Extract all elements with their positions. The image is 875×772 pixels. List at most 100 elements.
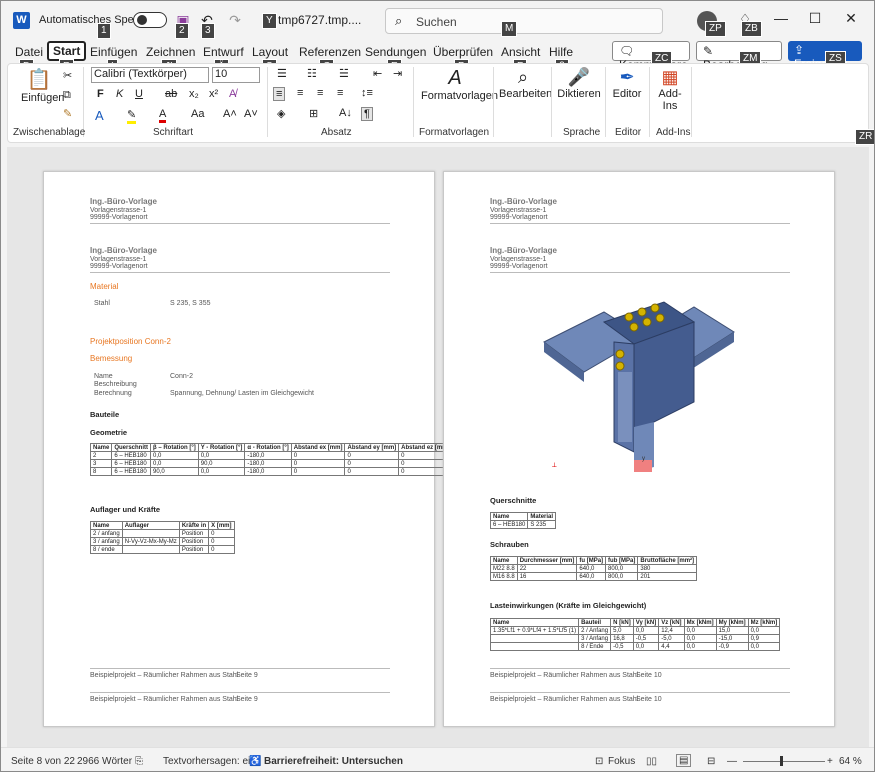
table-cell: M16 8.8 — [490, 572, 518, 581]
zoom-in-icon[interactable]: + — [827, 756, 833, 767]
heading-material: Material — [90, 282, 119, 291]
tab-ansicht[interactable]: Ansicht — [501, 45, 540, 59]
align-left-icon[interactable]: ≡ — [273, 87, 286, 101]
shading-icon[interactable]: ◈ — [277, 107, 285, 120]
web-layout-icon[interactable]: ⊟ — [707, 756, 715, 767]
zoom-out-icon[interactable]: — — [727, 756, 737, 767]
accessibility-status[interactable]: Barrierefreiheit: Untersuchen — [264, 756, 403, 767]
table-cell: 0,0 — [683, 634, 717, 643]
autosave-toggle[interactable] — [133, 12, 167, 28]
editing-button[interactable]: ⌕ Bearbeiten — [499, 67, 552, 100]
decrease-indent-icon[interactable]: ⇤ — [373, 67, 382, 80]
zoom-level[interactable]: 64 % — [839, 756, 862, 767]
keytip-search: M — [501, 21, 518, 37]
table-cell: M22 8.8 — [490, 564, 518, 573]
show-marks-icon[interactable]: ¶ — [361, 107, 373, 121]
align-center-icon[interactable]: ≡ — [297, 87, 303, 99]
text-predictions[interactable]: Textvorhersagen: ein — [163, 756, 256, 767]
font-color-icon[interactable]: A — [159, 108, 167, 123]
tab-hilfe[interactable]: Hilfe — [549, 45, 573, 59]
minimize-icon[interactable]: — — [771, 10, 791, 26]
font-name-combo[interactable]: Calibri (Textkörper) — [91, 67, 209, 83]
font-size-value: 10 — [215, 68, 228, 80]
heading-lasten: Lasteinwirkungen (Kräfte im Gleichgewich… — [490, 601, 647, 610]
share-icon: ⇪ — [794, 43, 805, 57]
tab-zeichnen[interactable]: Zeichnen — [146, 45, 195, 59]
page-right[interactable]: Ing.-Büro-Vorlage Vorlagenstrasse-1 9999… — [443, 171, 835, 727]
superscript-icon[interactable]: x² — [209, 88, 218, 100]
redo-icon[interactable]: ↷ — [227, 12, 243, 29]
table-cell: 0,0 — [683, 626, 717, 635]
zoom-slider[interactable] — [743, 761, 825, 762]
name-label: Name — [94, 373, 113, 380]
search-box[interactable]: ⌕ Suchen — [385, 8, 663, 34]
tab-start[interactable]: Start — [47, 41, 87, 61]
table-cell: 90,0 — [150, 467, 199, 476]
align-right-icon[interactable]: ≡ — [317, 87, 323, 99]
font-size-combo[interactable]: 10 — [212, 67, 260, 83]
footer-page-p2b: Seite 10 — [636, 696, 662, 703]
tab-ueberpruefen[interactable]: Überprüfen — [433, 45, 493, 59]
paste-button[interactable]: 📋 Einfügen — [21, 67, 64, 115]
word-count[interactable]: 2966 Wörter — [77, 756, 132, 767]
table-cell: 3 / anfang — [90, 537, 123, 546]
header-company-p2b: Ing.-Büro-Vorlage — [490, 246, 557, 255]
borders-icon[interactable]: ⊞ — [309, 107, 318, 120]
multilevel-list-icon[interactable]: ☱ — [339, 67, 349, 80]
page-left[interactable]: Ing.-Büro-Vorlage Vorlagenstrasse-1 9999… — [43, 171, 453, 727]
document-filename[interactable]: tmp6727.tmp.... — [278, 13, 361, 27]
cross-sections-table: Name Material 6 – HEB180 S 235 — [489, 512, 557, 529]
tab-entwurf[interactable]: Entwurf — [203, 45, 244, 59]
tab-datei[interactable]: Datei — [15, 45, 43, 59]
table-cell: -180,0 — [244, 467, 292, 476]
focus-button[interactable]: Fokus — [608, 756, 635, 767]
italic-icon[interactable]: K — [116, 88, 123, 100]
table-header-cell: Name — [489, 618, 580, 627]
dictate-button[interactable]: 🎤 Diktieren — [557, 67, 601, 100]
print-layout-icon[interactable]: ▤ — [676, 754, 692, 767]
close-icon[interactable]: ✕ — [841, 10, 861, 27]
maximize-icon[interactable]: ☐ — [805, 10, 825, 27]
increase-indent-icon[interactable]: ⇥ — [393, 67, 402, 80]
keytip-autosave: 1 — [97, 23, 111, 39]
zoom-slider-thumb[interactable] — [780, 756, 783, 766]
table-row: 8 / Ende -0,5 0,0 4,4 0,0 -0,9 0,0 — [489, 642, 781, 651]
copy-icon[interactable]: ⧉ — [63, 89, 71, 102]
subscript-icon[interactable]: x₂ — [189, 88, 199, 100]
shrink-font-icon[interactable]: A˅ — [244, 108, 258, 120]
highlight-icon[interactable]: ✎ — [127, 108, 137, 124]
group-font: Schriftart — [153, 127, 194, 138]
clear-formatting-icon[interactable]: A̸ — [229, 88, 236, 100]
read-mode-icon[interactable]: ▯▯ — [646, 756, 657, 767]
cut-icon[interactable]: ✂ — [63, 69, 72, 82]
proofing-icon[interactable]: ⎘ — [135, 756, 143, 767]
format-painter-icon[interactable]: ✎ — [63, 107, 72, 120]
underline-icon[interactable]: U — [135, 88, 143, 100]
footer-text-2: Beispielprojekt – Räumlicher Rahmen aus … — [90, 696, 239, 703]
tab-einfuegen[interactable]: Einfügen — [90, 45, 137, 59]
tab-layout[interactable]: Layout — [252, 45, 288, 59]
document-canvas[interactable]: Ing.-Büro-Vorlage Vorlagenstrasse-1 9999… — [7, 147, 869, 747]
grow-font-icon[interactable]: A˄ — [223, 108, 237, 120]
tab-sendungen[interactable]: Sendungen — [365, 45, 426, 59]
strikethrough-icon[interactable]: ab — [165, 88, 177, 100]
page-count[interactable]: Seite 8 von 22 — [11, 756, 75, 767]
sort-icon[interactable]: A↓ — [339, 107, 352, 119]
tab-referenzen[interactable]: Referenzen — [299, 45, 361, 59]
header-street-p2: Vorlagenstrasse-1 — [490, 207, 547, 214]
text-effects-icon[interactable]: A — [95, 108, 104, 123]
table-cell: 22 — [516, 564, 578, 573]
table-cell: 0 — [208, 545, 235, 554]
addins-button[interactable]: ▦ Add-Ins — [653, 67, 687, 112]
heading-bemessung: Bemessung — [90, 354, 133, 363]
table-row: M16 8.8 16 640,0 800,0 201 — [490, 572, 698, 581]
justify-icon[interactable]: ≡ — [337, 87, 343, 99]
line-spacing-icon[interactable]: ↕≡ — [361, 87, 373, 99]
bold-icon[interactable]: F — [97, 88, 104, 100]
editor-button[interactable]: ✒ Editor — [609, 67, 645, 100]
table-cell: -0,5 — [610, 642, 634, 651]
numbering-icon[interactable]: ☷ — [307, 67, 317, 80]
change-case-icon[interactable]: Aa — [191, 108, 204, 120]
styles-button[interactable]: A Formatvorlagen — [421, 67, 498, 102]
bullets-icon[interactable]: ☰ — [277, 67, 287, 80]
